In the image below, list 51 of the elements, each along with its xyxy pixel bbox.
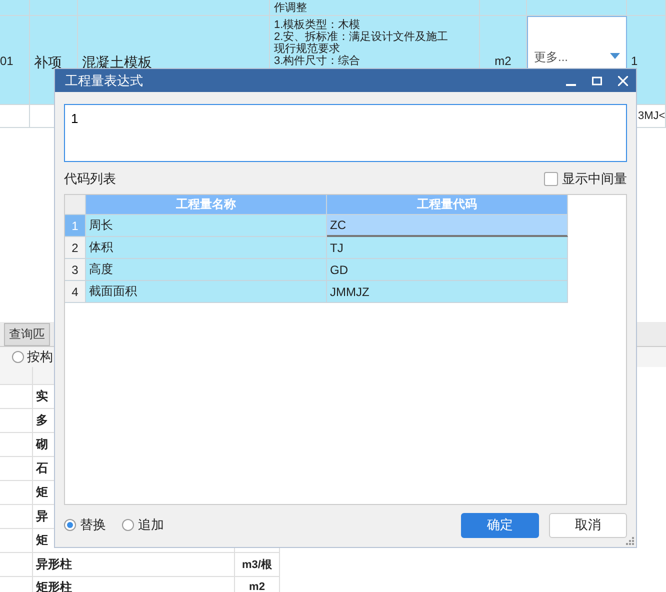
name-text: 异 [36,508,48,525]
description-line: 2.安、拆标准：满足设计文件及施工 [274,31,448,43]
description-line: 现行规范要求 [274,43,340,55]
code-text: 01 [0,54,14,68]
window-title: 工程量表达式 [65,72,144,90]
unit-text: m2 [494,54,512,68]
maximize-icon[interactable] [592,76,602,86]
row-number: 3 [65,259,86,281]
table-cell[interactable]: ZC [327,215,568,237]
caret-icon [610,53,620,59]
table-cell[interactable]: GD [327,259,568,281]
close-icon[interactable] [618,76,628,86]
expression-text: 3MJ< [638,110,665,122]
list-label: 代码列表 [64,170,116,188]
show-intermediate-checkbox[interactable]: 显示中间量 [544,170,627,188]
table-row[interactable]: 异形柱 m3/根 [0,553,280,577]
query-tab[interactable]: 查询匹 [4,323,50,346]
unit-text: m2 [249,581,265,592]
radio-button[interactable] [12,351,24,363]
expression-field[interactable]: 1 [64,104,627,162]
quantity-text: 1 [631,54,638,68]
table-cell[interactable]: 截面面积 [86,281,327,303]
name-text: 石 [36,460,48,477]
table-row[interactable]: 作调整 [0,0,666,16]
header-corner [65,195,86,215]
type-text: 补项 [34,54,62,72]
table-cell[interactable]: 高度 [86,259,327,281]
resize-grip-icon[interactable] [626,537,634,545]
name-text: 多 [36,412,48,429]
radio-label: 按构 [27,348,53,366]
name-text: 混凝土模板 [82,54,152,72]
unit-text: m3/根 [242,558,272,572]
name-text: 实 [36,388,48,405]
mode-radio[interactable]: 追加 [122,516,164,534]
table-cell[interactable]: 体积 [86,237,327,259]
confirm-button[interactable]: 确定 [461,512,539,538]
table-cell[interactable]: JMMJZ [327,281,568,303]
name-text: 矩 [36,484,48,501]
description-line: 3.构件尺寸：综合 [274,55,360,67]
row-number: 4 [65,281,86,303]
name-text: 异形柱 [36,556,72,573]
mode-radio[interactable]: 替换 [64,516,106,534]
name-text: 砌 [36,436,48,453]
name-text: 矩 [36,532,48,549]
description-text: 作调整 [274,1,307,15]
description-line: 1.模板类型：木模 [274,19,360,31]
table-cell[interactable]: TJ [327,237,568,259]
cancel-button[interactable]: 取消 [549,512,627,538]
row-number: 2 [65,237,86,259]
row-number: 1 [65,215,86,237]
table-cell[interactable]: 周长 [86,215,327,237]
